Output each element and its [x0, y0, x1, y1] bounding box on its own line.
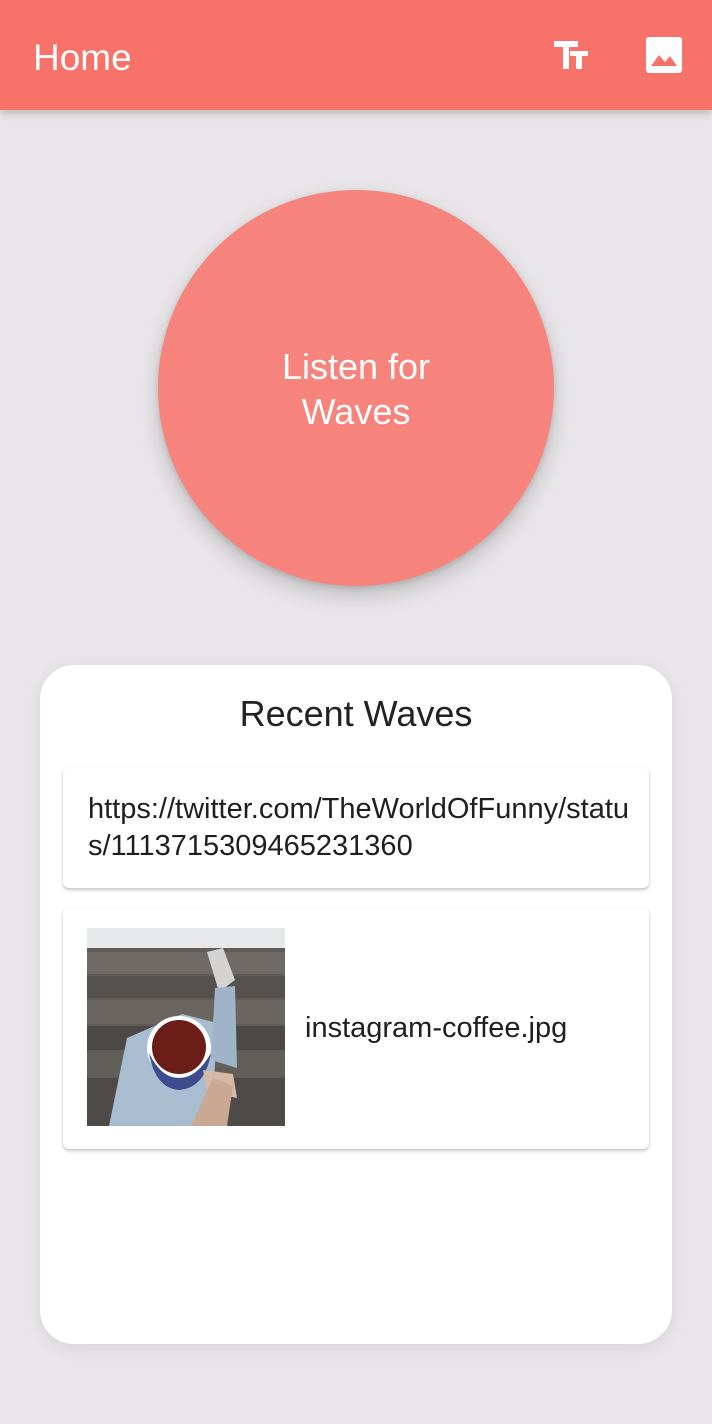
- text-size-icon: [554, 41, 588, 69]
- recent-waves-title: Recent Waves: [239, 693, 473, 734]
- text-size-button[interactable]: [545, 30, 595, 80]
- recent-wave-item-image[interactable]: instagram-coffee.jpg: [63, 908, 649, 1149]
- listen-for-waves-button[interactable]: Listen for Waves: [158, 190, 554, 586]
- recent-waves-card: Recent Waves https://twitter.com/TheWorl…: [40, 665, 672, 1344]
- page-title: Home: [33, 37, 132, 78]
- recent-wave-item-link[interactable]: https://twitter.com/TheWorldOfFunny/stat…: [63, 767, 649, 888]
- app-bar: Home: [0, 0, 712, 110]
- wave-link-text: https://twitter.com/TheWorldOfFunny/stat…: [88, 793, 630, 862]
- image-button[interactable]: [639, 30, 689, 80]
- wave-file-name: instagram-coffee.jpg: [305, 1012, 568, 1044]
- listen-button-label: Listen for Waves: [281, 346, 431, 432]
- photo-thumbnail: [87, 928, 285, 1126]
- image-icon: [646, 37, 682, 73]
